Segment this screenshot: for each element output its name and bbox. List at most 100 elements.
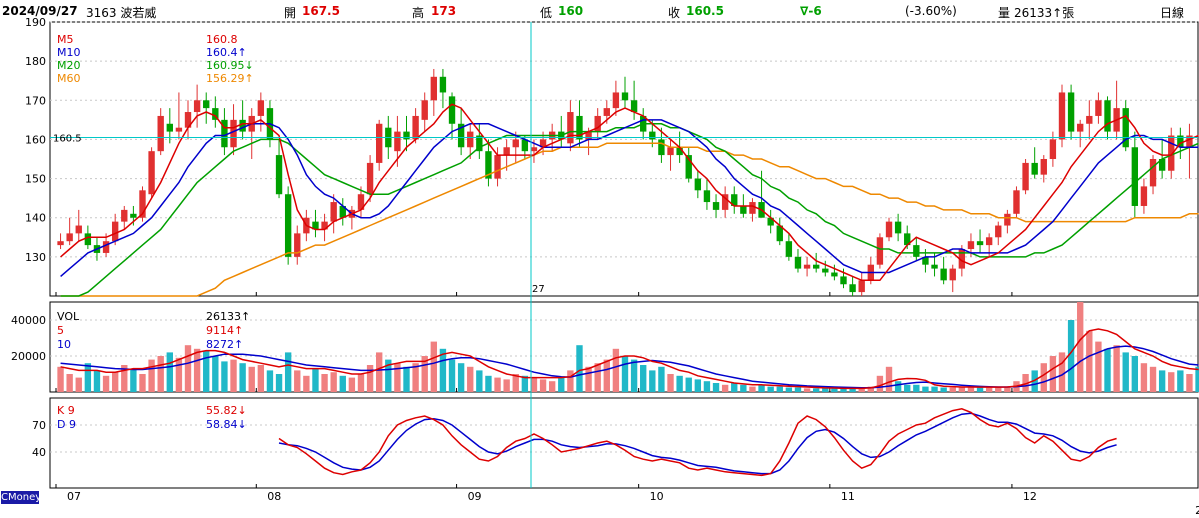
volume-bar: [248, 366, 255, 392]
volume-bar: [630, 359, 638, 392]
volume-bar: [640, 365, 647, 392]
candle-body: [275, 155, 283, 195]
price-tick-label: 180: [25, 55, 46, 68]
kd-legend-name: D 9: [57, 418, 76, 431]
volume-bar: [321, 374, 328, 392]
volume-bar: [940, 387, 947, 392]
volume-bar: [184, 345, 192, 392]
candle-body: [667, 147, 674, 156]
volume-bar: [221, 361, 228, 392]
candle-body: [621, 92, 629, 101]
cmoney-brand: CMoney: [1, 491, 42, 504]
candle-body: [84, 233, 92, 246]
candle-body: [467, 131, 474, 148]
volume-legend-value: 9114↑: [206, 324, 243, 337]
candle-body: [366, 162, 374, 195]
volume-bar: [949, 387, 956, 392]
stock-chart[interactable]: 190 180 170 160 150 140 130 40000 20000 70 40 07 08 0…: [0, 0, 1199, 518]
volume-tick-label: 20000: [11, 350, 46, 363]
price-tick-label: 190: [25, 16, 46, 29]
volume-bar: [904, 384, 911, 392]
volume-bar: [257, 365, 265, 392]
volume-legend-value: 26133↑: [206, 310, 250, 323]
volume-bar: [303, 375, 310, 392]
volume-bar: [467, 366, 474, 392]
volume-bar: [239, 363, 246, 392]
volume-bar: [603, 359, 610, 392]
volume-bar: [93, 370, 101, 392]
volume-bar: [685, 377, 692, 392]
candle-body: [976, 241, 984, 246]
volume-bar: [1095, 341, 1102, 392]
volume-bar: [84, 363, 92, 392]
candle-body: [503, 147, 510, 156]
month-label: 10: [650, 490, 664, 503]
candle-body: [430, 76, 438, 101]
candle-body: [512, 139, 519, 148]
kd-legend-value: 58.84↓: [206, 418, 247, 431]
volume-bar: [330, 372, 337, 392]
price-tick-label: 160: [25, 133, 46, 146]
volume-bar: [284, 352, 292, 392]
candle-body: [412, 115, 419, 140]
candle-body: [885, 221, 893, 238]
volume-bar: [776, 386, 783, 392]
volume-bar: [157, 356, 164, 392]
volume-legend-name: VOL: [57, 310, 80, 323]
candle-body: [694, 178, 702, 191]
price-legend-value: 160.95↓: [206, 59, 254, 72]
volume-bar: [1131, 356, 1139, 392]
volume-bar: [1168, 372, 1175, 392]
candle-body: [193, 100, 201, 113]
candle-body: [1077, 123, 1084, 132]
candle-body: [1067, 92, 1075, 132]
volume-bar: [694, 379, 702, 392]
volume-bar: [922, 386, 929, 392]
volume-bar: [312, 368, 319, 392]
volume-bar: [849, 388, 856, 392]
volume-bar: [275, 374, 283, 392]
candle-body: [849, 284, 856, 293]
price-tick-label: 130: [25, 251, 46, 264]
volume-bar: [75, 377, 82, 392]
month-label: 07: [67, 490, 81, 503]
candle-body: [603, 108, 610, 116]
candle-body: [894, 221, 902, 234]
volume-bar: [721, 384, 729, 392]
price-tick-label: 140: [25, 212, 46, 225]
candle-body: [822, 268, 829, 273]
candle-body: [230, 119, 237, 148]
candle-body: [257, 100, 265, 116]
candle-body: [740, 205, 747, 214]
volume-bar: [430, 341, 438, 392]
candle-body: [394, 131, 401, 152]
candle-body: [403, 131, 410, 140]
volume-bar: [667, 374, 674, 392]
volume-bar: [175, 357, 183, 392]
price-legend-name: M60: [57, 72, 81, 85]
volume-bar: [448, 359, 456, 392]
candle-body: [840, 276, 847, 285]
volume-bar: [457, 363, 465, 392]
volume-bar: [394, 363, 401, 392]
volume-bar: [148, 359, 155, 392]
candle-body: [66, 233, 73, 242]
volume-bar: [1113, 345, 1120, 392]
volume-bar: [876, 375, 884, 392]
candle-body: [1149, 159, 1157, 187]
candle-body: [421, 100, 428, 120]
volume-bar: [1158, 370, 1166, 392]
month-label: 11: [841, 490, 855, 503]
price-legend-value: 160.4↑: [206, 46, 247, 59]
candle-body: [439, 76, 447, 93]
candle-body: [876, 237, 884, 265]
volume-legend-name: 5: [57, 324, 64, 337]
candle-body: [1040, 159, 1047, 175]
volume-bar: [740, 384, 747, 392]
candle-body: [57, 241, 64, 246]
volume-bar: [111, 372, 119, 392]
candle-body: [931, 264, 938, 269]
price-tick-label: 170: [25, 94, 46, 107]
candle-body: [121, 209, 128, 222]
volume-legend-value: 8272↑: [206, 338, 243, 351]
